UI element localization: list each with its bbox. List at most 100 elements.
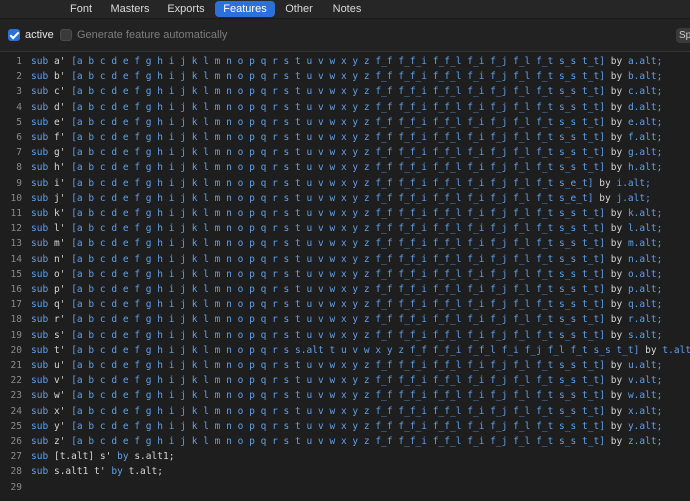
code-token-keyword: sub xyxy=(31,223,49,235)
code-text: sub e' [a b c d e f g h i j k l m n o p … xyxy=(31,115,662,130)
code-line[interactable]: 21 sub u' [a b c d e f g h i j k l m n o … xyxy=(0,358,690,373)
code-line[interactable]: 11 sub k' [a b c d e f g h i j k l m n o … xyxy=(0,206,690,221)
tab-other[interactable]: Other xyxy=(278,1,320,17)
code-token-keyword: d.alt; xyxy=(627,101,663,113)
code-token-keyword: by xyxy=(117,451,129,463)
code-line[interactable]: 27 sub [t.alt] s' by s.alt1; xyxy=(0,449,690,464)
code-token-keyword: s.alt; xyxy=(627,329,663,341)
code-token-keyword: [a b c d e f g h i j k l m n o p q r s t… xyxy=(71,56,605,67)
code-token-text: s.alt1 t' xyxy=(48,466,112,478)
code-text: sub g' [a b c d e f g h i j k l m n o p … xyxy=(31,145,662,160)
feature-code-editor[interactable]: 1 sub a' [a b c d e f g h i j k l m n o p… xyxy=(0,52,690,501)
side-panel-button[interactable]: Sp xyxy=(676,28,690,43)
code-line[interactable]: 12 sub l' [a b c d e f g h i j k l m n o … xyxy=(0,221,690,236)
code-token-keyword: b.alt; xyxy=(627,71,663,83)
code-line[interactable]: 26 sub z' [a b c d e f g h i j k l m n o … xyxy=(0,434,690,449)
active-checkbox[interactable] xyxy=(8,29,20,41)
code-line[interactable]: 16 sub p' [a b c d e f g h i j k l m n o … xyxy=(0,282,690,297)
code-line[interactable]: 4 sub d' [a b c d e f g h i j k l m n o p… xyxy=(0,100,690,115)
code-token-keyword: l.alt; xyxy=(627,223,663,235)
generate-automatically-checkbox[interactable] xyxy=(60,29,72,41)
code-token-keyword: sub xyxy=(31,56,49,67)
code-text: sub b' [a b c d e f g h i j k l m n o p … xyxy=(31,69,662,84)
code-line[interactable]: 3 sub c' [a b c d e f g h i j k l m n o p… xyxy=(0,84,690,99)
code-line[interactable]: 2 sub b' [a b c d e f g h i j k l m n o p… xyxy=(0,69,690,84)
line-number: 6 xyxy=(16,132,22,143)
code-text: sub m' [a b c d e f g h i j k l m n o p … xyxy=(31,236,662,251)
code-token-keyword: [a b c d e f g h i j k l m n o p q r s t… xyxy=(71,436,605,447)
code-line[interactable]: 28 sub s.alt1 t' by t.alt; xyxy=(0,464,690,479)
code-line[interactable]: 25 sub y' [a b c d e f g h i j k l m n o … xyxy=(0,419,690,434)
code-token-text: by xyxy=(604,56,628,67)
tab-masters[interactable]: Masters xyxy=(104,1,156,17)
tab-font[interactable]: Font xyxy=(60,1,102,17)
code-text: sub w' [a b c d e f g h i j k l m n o p … xyxy=(31,388,662,403)
code-token-text: p' xyxy=(48,284,72,295)
code-text: sub l' [a b c d e f g h i j k l m n o p … xyxy=(31,221,662,236)
code-token-text: d' xyxy=(48,101,72,113)
line-number: 13 xyxy=(10,238,22,250)
code-text: sub c' [a b c d e f g h i j k l m n o p … xyxy=(31,84,662,99)
line-number: 21 xyxy=(10,360,22,371)
tab-exports[interactable]: Exports xyxy=(160,1,212,17)
code-token-text: by xyxy=(604,420,628,432)
top-tab-bar: Font Masters Exports Features Other Note… xyxy=(0,0,690,19)
code-line[interactable]: 14 sub n' [a b c d e f g h i j k l m n o … xyxy=(0,252,690,267)
code-line[interactable]: 5 sub e' [a b c d e f g h i j k l m n o p… xyxy=(0,115,690,130)
code-token-text: by xyxy=(604,375,628,387)
code-line[interactable]: 19 sub s' [a b c d e f g h i j k l m n o … xyxy=(0,328,690,343)
code-line[interactable]: 8 sub h' [a b c d e f g h i j k l m n o p… xyxy=(0,160,690,175)
code-token-keyword: [a b c d e f g h i j k l m n o p q r s t… xyxy=(71,86,605,98)
code-line[interactable]: 24 sub x' [a b c d e f g h i j k l m n o … xyxy=(0,404,690,419)
code-line[interactable]: 7 sub g' [a b c d e f g h i j k l m n o p… xyxy=(0,145,690,160)
code-token-keyword: g.alt; xyxy=(627,147,663,159)
code-token-keyword: sub xyxy=(31,451,49,463)
code-token-keyword: [a b c d e f g h i j k l m n o p q r s t… xyxy=(71,390,605,402)
code-line[interactable]: 13 sub m' [a b c d e f g h i j k l m n o … xyxy=(0,236,690,251)
code-token-keyword: j.alt; xyxy=(616,192,651,204)
code-text: sub z' [a b c d e f g h i j k l m n o p … xyxy=(31,434,662,449)
line-number: 3 xyxy=(16,86,22,98)
code-token-keyword: [a b c d e f g h i j k l m n o p q r s t… xyxy=(71,299,605,311)
line-number: 26 xyxy=(10,436,22,447)
code-line[interactable]: 18 sub r' [a b c d e f g h i j k l m n o … xyxy=(0,312,690,327)
code-token-keyword: x.alt; xyxy=(627,405,663,417)
code-line[interactable]: 29 xyxy=(0,480,690,495)
code-token-keyword: sub xyxy=(31,284,49,295)
code-text: sub j' [a b c d e f g h i j k l m n o p … xyxy=(31,191,651,206)
line-number: 8 xyxy=(16,162,22,174)
code-text: sub s.alt1 t' by t.alt; xyxy=(31,464,163,479)
code-token-text: w' xyxy=(48,390,72,402)
code-line[interactable]: 1 sub a' [a b c d e f g h i j k l m n o p… xyxy=(0,54,690,69)
code-token-keyword: o.alt; xyxy=(627,268,663,280)
code-text: sub t' [a b c d e f g h i j k l m n o p … xyxy=(31,343,690,358)
code-text: sub q' [a b c d e f g h i j k l m n o p … xyxy=(31,297,662,312)
code-line[interactable]: 10 sub j' [a b c d e f g h i j k l m n o … xyxy=(0,191,690,206)
line-number: 1 xyxy=(16,56,22,67)
code-line[interactable]: 17 sub q' [a b c d e f g h i j k l m n o … xyxy=(0,297,690,312)
line-number: 14 xyxy=(10,253,22,265)
code-token-text: by xyxy=(604,405,628,417)
code-line[interactable]: 15 sub o' [a b c d e f g h i j k l m n o … xyxy=(0,267,690,282)
line-number: 29 xyxy=(10,481,22,493)
code-token-keyword: [a b c d e f g h i j k l m n o p q r s s… xyxy=(71,344,640,356)
code-line[interactable]: 9 sub i' [a b c d e f g h i j k l m n o p… xyxy=(0,176,690,191)
code-token-text: a' xyxy=(48,56,72,67)
code-line[interactable]: 6 sub f' [a b c d e f g h i j k l m n o p… xyxy=(0,130,690,145)
code-token-keyword: [a b c d e f g h i j k l m n o p q r s t… xyxy=(71,284,605,295)
line-number: 24 xyxy=(10,405,22,417)
code-token-keyword: sub xyxy=(31,192,49,204)
code-token-text: by xyxy=(604,162,628,174)
code-token-keyword: q.alt; xyxy=(627,299,663,311)
line-number: 12 xyxy=(10,223,22,235)
code-text: sub f' [a b c d e f g h i j k l m n o p … xyxy=(31,130,662,145)
code-text: sub a' [a b c d e f g h i j k l m n o p … xyxy=(31,54,662,69)
code-line[interactable]: 23 sub w' [a b c d e f g h i j k l m n o … xyxy=(0,388,690,403)
line-number: 25 xyxy=(10,420,22,432)
tab-features[interactable]: Features xyxy=(215,1,275,17)
code-line[interactable]: 20 sub t' [a b c d e f g h i j k l m n o … xyxy=(0,343,690,358)
line-number: 16 xyxy=(10,284,22,295)
tab-notes[interactable]: Notes xyxy=(324,1,370,17)
code-token-keyword: sub xyxy=(31,238,49,250)
code-line[interactable]: 22 sub v' [a b c d e f g h i j k l m n o … xyxy=(0,373,690,388)
